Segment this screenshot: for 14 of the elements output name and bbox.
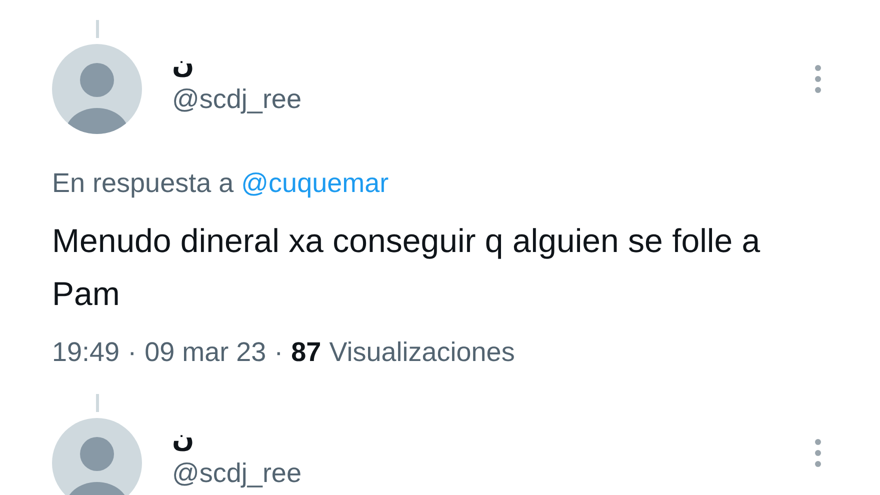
reply-context: En respuesta a @cuquemar [52, 167, 390, 200]
user-handle[interactable]: @scdj_ree [172, 456, 302, 490]
more-options-icon[interactable] [814, 64, 822, 94]
user-name[interactable]: ن [172, 48, 302, 82]
user-name[interactable]: ن [172, 422, 302, 456]
tweet-text: Menudo dineral xa conseguir q alguien se folle a Pam [52, 221, 762, 314]
tweet-meta: 19:49 [52, 336, 120, 369]
more-options-icon[interactable] [814, 438, 822, 468]
view-count: 87 [291, 336, 322, 369]
tweet-meta: · [274, 336, 284, 369]
tweet-meta: Visualizaciones [329, 336, 515, 369]
tweet-meta: · [128, 336, 137, 369]
tweet-meta: 09 mar 23 [144, 336, 266, 369]
user-handle[interactable]: @scdj_ree [172, 82, 302, 116]
